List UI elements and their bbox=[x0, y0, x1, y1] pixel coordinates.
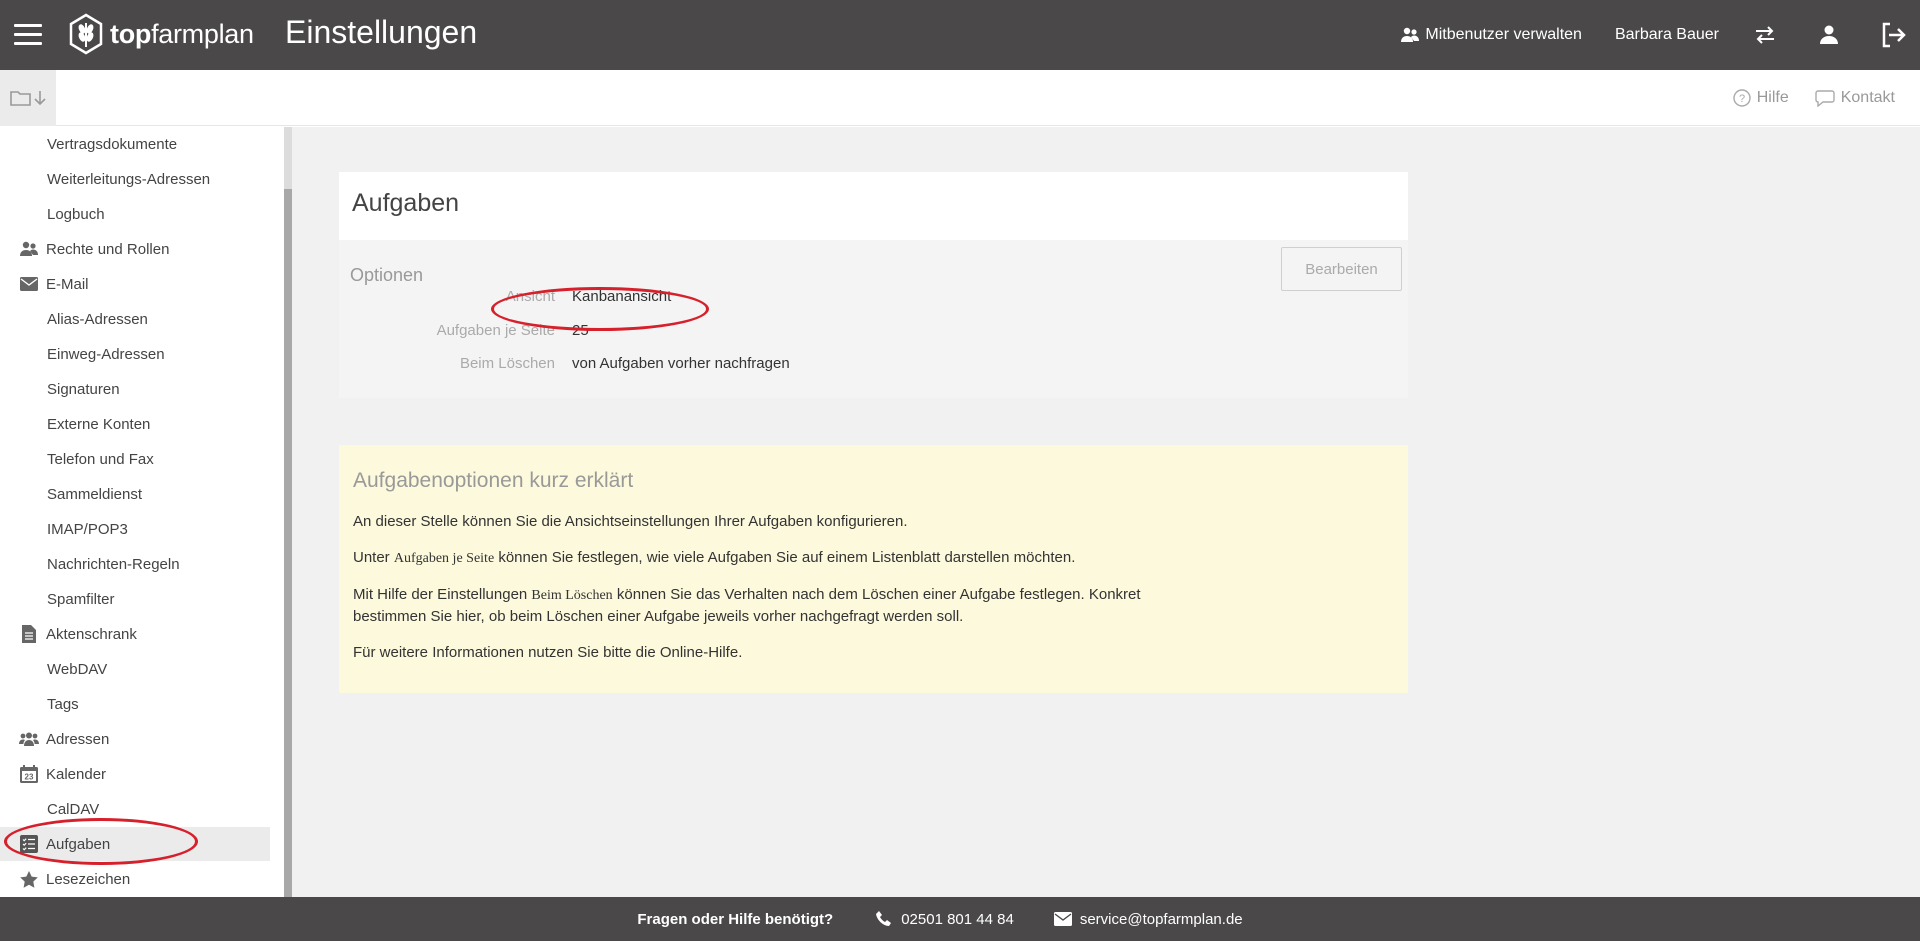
tasks-options-card: Aufgaben Optionen Bearbeiten Ansicht Kan… bbox=[339, 172, 1408, 398]
users-icon bbox=[19, 239, 39, 259]
contact-link[interactable]: Kontakt bbox=[1815, 89, 1895, 107]
sub-bar: ? Hilfe Kontakt bbox=[0, 70, 1920, 126]
sidebar-item-externe-konten[interactable]: Externe Konten bbox=[0, 407, 270, 441]
option-row-per-page: Aufgaben je Seite 25 bbox=[339, 318, 939, 342]
folder-download-icon bbox=[10, 91, 46, 106]
logout-icon[interactable] bbox=[1880, 22, 1906, 48]
footer-phone[interactable]: 02501 801 44 84 bbox=[875, 910, 1014, 928]
footer-email[interactable]: service@topfarmplan.de bbox=[1053, 911, 1243, 928]
star-icon bbox=[19, 869, 39, 889]
users-icon bbox=[1401, 27, 1420, 42]
sidebar-item-e-mail[interactable]: E-Mail bbox=[0, 267, 270, 301]
page-title: Einstellungen bbox=[285, 14, 478, 50]
sidebar-item-vertragsdokumente[interactable]: Vertragsdokumente bbox=[0, 127, 270, 161]
user-icon[interactable] bbox=[1816, 22, 1842, 48]
people-icon bbox=[19, 729, 39, 749]
info-paragraph: Unter Aufgaben je Seite können Sie festl… bbox=[353, 549, 1076, 566]
sidebar: Vertragsdokumente Weiterleitungs-Adresse… bbox=[0, 127, 292, 897]
sidebar-item-spamfilter[interactable]: Spamfilter bbox=[0, 582, 270, 616]
help-icon: ? bbox=[1733, 89, 1751, 107]
option-value: Kanbanansicht bbox=[572, 287, 672, 305]
scrollbar-thumb[interactable] bbox=[284, 189, 292, 897]
options-panel: Optionen Bearbeiten Ansicht Kanbanansich… bbox=[339, 240, 1408, 398]
info-box: Aufgabenoptionen kurz erklärt An dieser … bbox=[339, 445, 1408, 693]
option-label: Ansicht bbox=[505, 287, 555, 305]
option-value: 25 bbox=[572, 321, 589, 339]
option-row-view: Ansicht Kanbanansicht bbox=[339, 284, 939, 308]
sidebar-item-sammeldienst[interactable]: Sammeldienst bbox=[0, 477, 270, 511]
sidebar-item-alias-adressen[interactable]: Alias-Adressen bbox=[0, 302, 270, 336]
sidebar-item-rechte-und-rollen[interactable]: Rechte und Rollen bbox=[0, 232, 270, 266]
sidebar-item-telefon-und-fax[interactable]: Telefon und Fax bbox=[0, 442, 270, 476]
brand-name: topfarmplan bbox=[110, 18, 254, 49]
sidebar-item-webdav[interactable]: WebDAV bbox=[0, 652, 270, 686]
edit-button[interactable]: Bearbeiten bbox=[1281, 247, 1402, 291]
menu-icon[interactable] bbox=[14, 24, 42, 45]
svg-text:?: ? bbox=[1739, 93, 1745, 105]
sidebar-item-kalender[interactable]: 23 Kalender bbox=[0, 757, 270, 791]
sidebar-item-signaturen[interactable]: Signaturen bbox=[0, 372, 270, 406]
co-users-label: Mitbenutzer verwalten bbox=[1425, 26, 1582, 43]
help-link[interactable]: ? Hilfe bbox=[1733, 89, 1789, 107]
sidebar-item-imap-pop3[interactable]: IMAP/POP3 bbox=[0, 512, 270, 546]
sidebar-item-adressen[interactable]: Adressen bbox=[0, 722, 270, 756]
option-label: Beim Löschen bbox=[459, 354, 555, 372]
sidebar-item-logbuch[interactable]: Logbuch bbox=[0, 197, 270, 231]
sidebar-item-weiterleitungs-adressen[interactable]: Weiterleitungs-Adressen bbox=[0, 162, 270, 196]
sidebar-item-caldav[interactable]: CalDAV bbox=[0, 792, 270, 826]
info-title: Aufgabenoptionen kurz erklärt bbox=[353, 469, 634, 492]
phone-icon bbox=[876, 911, 892, 926]
chat-icon bbox=[1815, 90, 1835, 107]
window-edge bbox=[1920, 0, 1931, 941]
switch-icon[interactable] bbox=[1752, 22, 1778, 48]
wheat-logo-icon bbox=[69, 13, 103, 55]
envelope-icon bbox=[19, 274, 39, 294]
svg-text:23: 23 bbox=[25, 773, 34, 782]
document-icon bbox=[19, 624, 39, 644]
folder-download-button[interactable] bbox=[0, 70, 56, 126]
sidebar-item-aufgaben[interactable]: Aufgaben bbox=[0, 827, 270, 861]
footer: Fragen oder Hilfe benötigt? 02501 801 44… bbox=[0, 897, 1920, 941]
envelope-icon bbox=[1053, 912, 1072, 926]
sidebar-item-nachrichten-regeln[interactable]: Nachrichten-Regeln bbox=[0, 547, 270, 581]
info-paragraph: Für weitere Informationen nutzen Sie bit… bbox=[353, 644, 743, 661]
sidebar-item-einweg-adressen[interactable]: Einweg-Adressen bbox=[0, 337, 270, 371]
sidebar-item-tags[interactable]: Tags bbox=[0, 687, 270, 721]
sidebar-item-lesezeichen[interactable]: Lesezeichen bbox=[0, 862, 270, 896]
card-title: Aufgaben bbox=[352, 189, 460, 217]
main-content: Aufgaben Optionen Bearbeiten Ansicht Kan… bbox=[292, 127, 1920, 897]
co-users-link[interactable]: Mitbenutzer verwalten bbox=[1401, 26, 1582, 44]
user-name[interactable]: Barbara Bauer bbox=[1615, 26, 1719, 44]
top-bar: topfarmplan Einstellungen Mitbenutzer ve… bbox=[0, 0, 1920, 70]
tasks-icon bbox=[19, 834, 39, 854]
info-paragraph: An dieser Stelle können Sie die Ansichts… bbox=[353, 513, 908, 530]
footer-question: Fragen oder Hilfe benötigt? bbox=[637, 910, 834, 928]
info-paragraph: Mit Hilfe der Einstellungen Beim Löschen… bbox=[353, 586, 1141, 625]
option-label: Aufgaben je Seite bbox=[436, 321, 555, 339]
option-value: von Aufgaben vorher nachfragen bbox=[572, 354, 790, 372]
options-title: Optionen bbox=[350, 265, 424, 285]
brand-logo[interactable]: topfarmplan bbox=[68, 13, 254, 55]
option-row-delete: Beim Löschen von Aufgaben vorher nachfra… bbox=[339, 351, 939, 375]
calendar-icon: 23 bbox=[19, 764, 39, 784]
sidebar-item-aktenschrank[interactable]: Aktenschrank bbox=[0, 617, 270, 651]
sidebar-scrollbar[interactable] bbox=[284, 127, 292, 897]
